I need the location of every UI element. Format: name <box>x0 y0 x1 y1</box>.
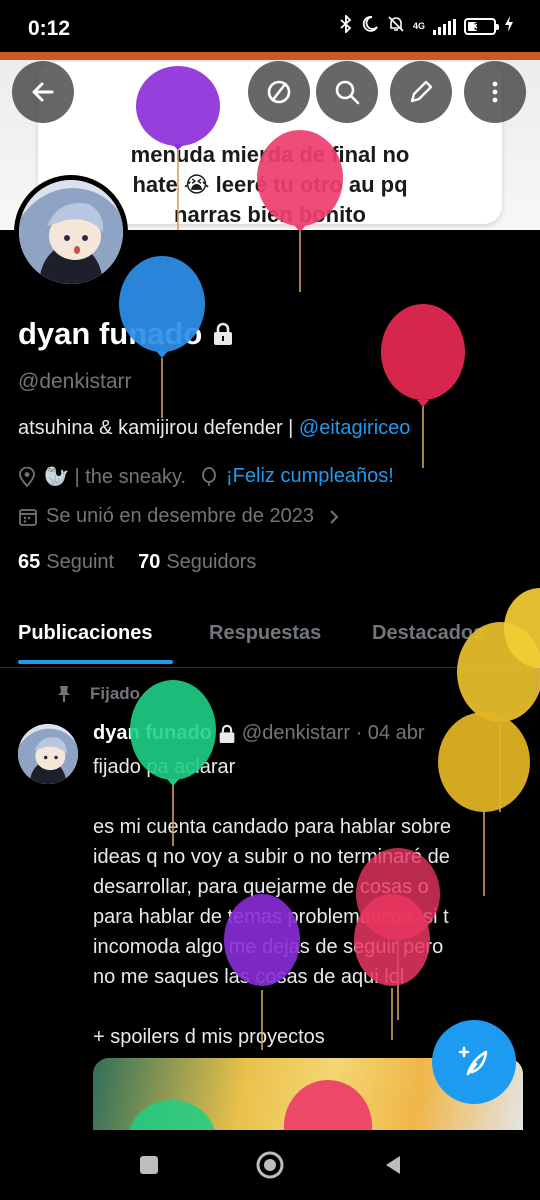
compose-button[interactable] <box>432 1020 516 1104</box>
profile-name: dyan funado <box>18 316 234 352</box>
signal-icon <box>433 18 456 35</box>
tab-publicaciones[interactable]: Publicaciones <box>18 622 153 645</box>
post-text: fijado pa aclarar es mi cuenta candado p… <box>93 756 452 1048</box>
profile-handle: @denkistarr <box>18 370 132 393</box>
network-type: 4G <box>412 21 425 31</box>
search-icon <box>335 80 360 105</box>
home-button[interactable] <box>255 1150 285 1180</box>
bluetooth-icon <box>339 13 353 38</box>
charging-icon <box>504 15 514 38</box>
status-time: 0:12 <box>28 17 71 40</box>
post-avatar[interactable] <box>18 724 78 784</box>
active-tab-indicator <box>18 660 173 664</box>
system-nav-bar <box>0 1130 540 1200</box>
no-eye-icon <box>267 80 291 104</box>
bio-mention-link[interactable]: @eitagiriceo <box>299 417 410 439</box>
post-author[interactable]: dyan funado <box>93 722 212 745</box>
lock-icon <box>219 724 235 743</box>
circle-home-icon <box>256 1151 284 1179</box>
more-button[interactable] <box>464 61 526 123</box>
search-button[interactable] <box>316 61 378 123</box>
bio-text: atsuhina & kamijirou defender | <box>18 417 299 439</box>
followers-link[interactable]: 70 Seguidors <box>138 551 256 574</box>
lock-icon <box>214 322 233 345</box>
pencil-icon <box>410 80 433 103</box>
arrow-left-icon <box>32 82 54 102</box>
profile-bio: atsuhina & kamijirou defender | @eitagir… <box>18 417 410 440</box>
mute-button[interactable] <box>248 61 310 123</box>
profile-tabs: Publicaciones Respuestas Destacados <box>0 604 540 668</box>
back-button[interactable] <box>12 61 74 123</box>
balloon-icon <box>202 466 216 486</box>
recent-apps-button[interactable] <box>134 1150 164 1180</box>
back-nav-button[interactable] <box>378 1150 408 1180</box>
edit-button[interactable] <box>390 61 452 123</box>
follow-stats: 65 Seguint 70 Seguidors <box>18 551 256 574</box>
following-link[interactable]: 65 Seguint <box>18 551 114 574</box>
status-bar: 0:12 4G 37 <box>0 0 540 52</box>
avatar-image <box>19 180 123 284</box>
compose-feather-icon <box>458 1046 488 1076</box>
pinned-label: Fijado <box>56 684 140 704</box>
profile-meta: 🦭 | the sneaky. ¡Feliz cumpleaños! <box>18 464 394 489</box>
more-vertical-icon <box>492 81 498 103</box>
joined-date: Se unió en desembre de 2023 <box>46 505 314 527</box>
square-icon <box>140 1156 158 1174</box>
triangle-back-icon <box>386 1156 400 1174</box>
tab-destacados[interactable]: Destacados <box>372 622 484 645</box>
pin-icon <box>58 686 70 702</box>
post-handle-date: @denkistarr · 04 abr <box>241 722 425 744</box>
profile-avatar[interactable] <box>14 175 128 289</box>
battery-level: 37 <box>473 20 487 33</box>
battery-icon: 37 <box>464 18 499 35</box>
location-icon <box>19 466 35 487</box>
banner-strip <box>0 52 540 60</box>
balloon-red <box>381 304 465 468</box>
calendar-icon <box>19 508 37 526</box>
chevron-right-icon[interactable] <box>326 507 342 527</box>
profile-joined: Se unió en desembre de 2023 <box>18 505 342 528</box>
status-icons: 4G 37 <box>339 13 514 38</box>
post-header: dyan funado @denkistarr · 04 abr <box>93 722 425 745</box>
profile-location: 🦭 | the sneaky. <box>44 466 187 488</box>
bell-off-icon <box>387 15 405 38</box>
moon-icon <box>361 15 379 38</box>
tab-respuestas[interactable]: Respuestas <box>209 622 321 645</box>
birthday-link[interactable]: ¡Feliz cumpleaños! <box>226 465 394 488</box>
